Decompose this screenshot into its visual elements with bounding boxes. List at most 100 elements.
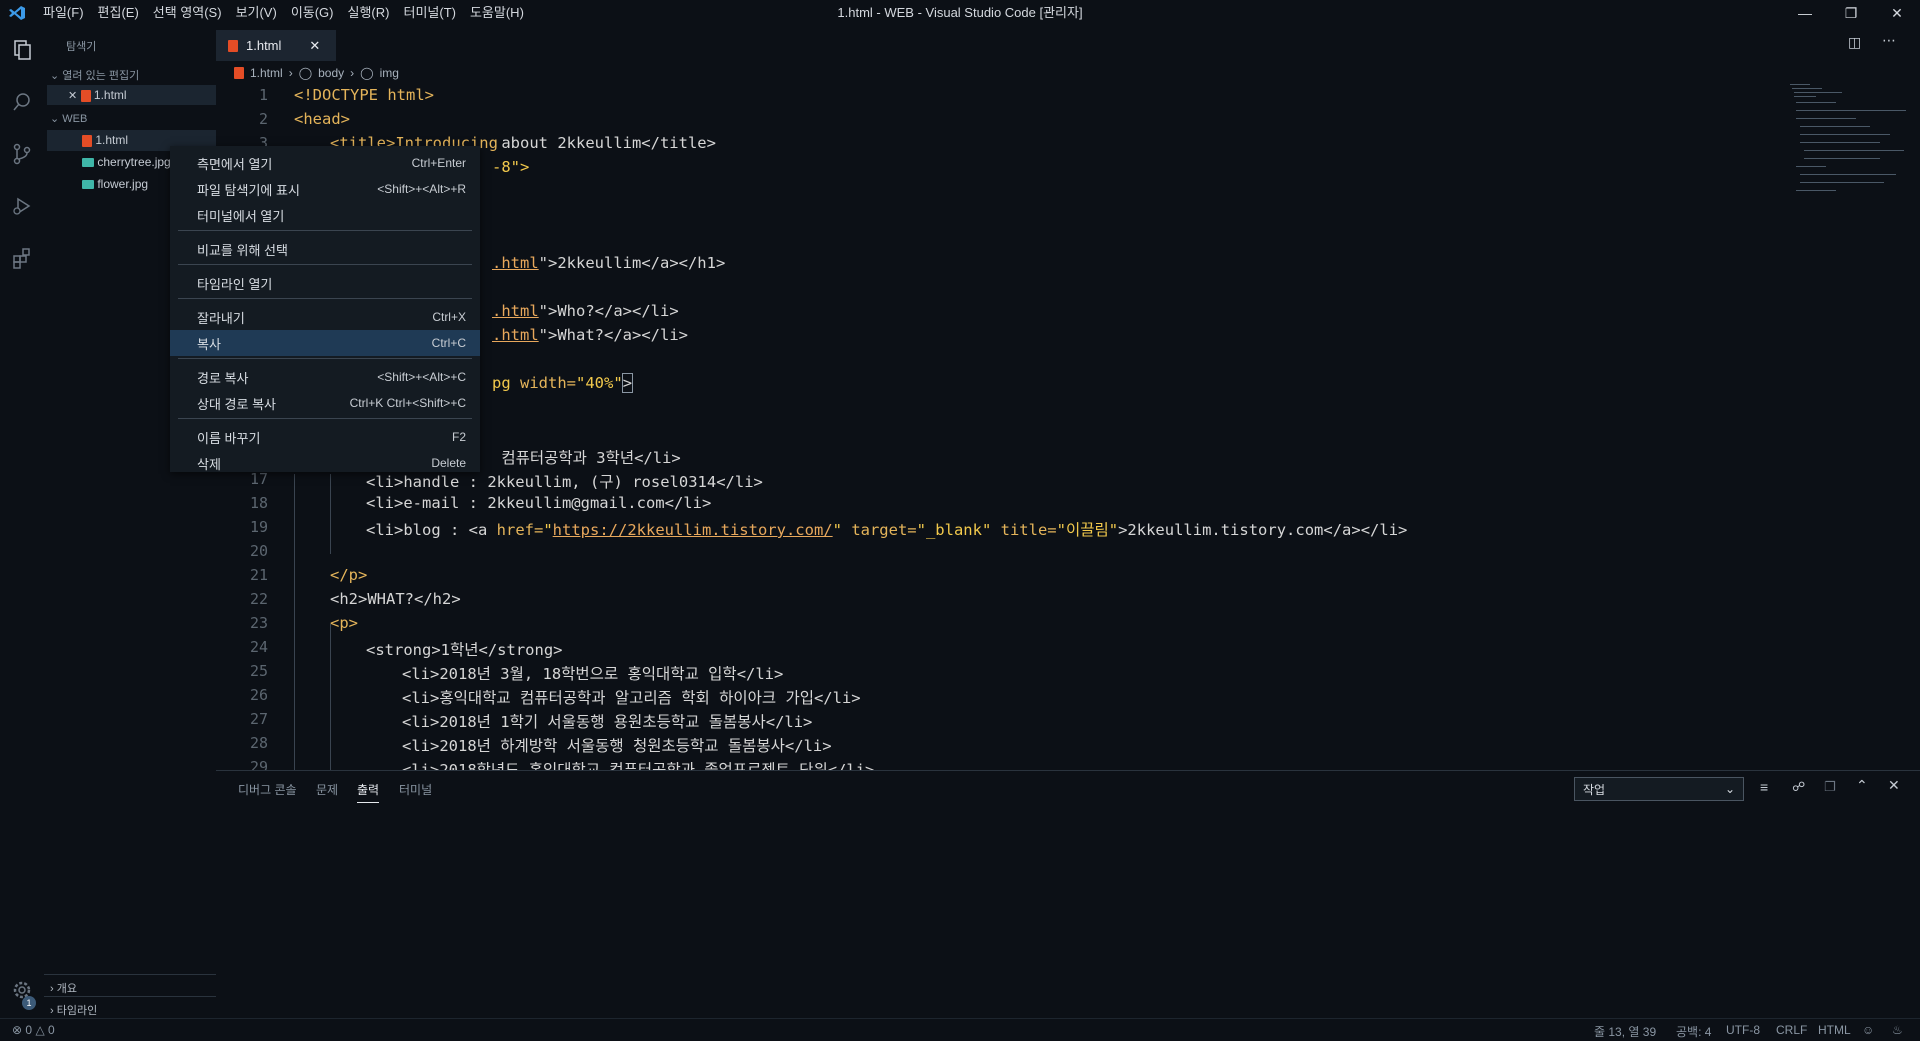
chevron-right-icon: › bbox=[50, 983, 54, 995]
tab-terminal[interactable]: 터미널 bbox=[399, 781, 432, 798]
source-control-tab[interactable] bbox=[0, 130, 44, 178]
activity-bar: 1 bbox=[0, 26, 44, 1018]
warning-icon: △ bbox=[35, 1023, 45, 1037]
minimize-button[interactable]: — bbox=[1782, 0, 1828, 26]
menu-help[interactable]: 도움말(H) bbox=[463, 0, 531, 26]
menu-item-open-in-terminal[interactable]: 터미널에서 열기 bbox=[170, 202, 480, 228]
code-line: <head> bbox=[294, 110, 350, 128]
error-icon: ⊗ bbox=[12, 1023, 23, 1037]
menu-item-rename[interactable]: 이름 바꾸기 F2 bbox=[170, 424, 480, 450]
menu-item-open-to-side[interactable]: 측면에서 열기 Ctrl+Enter bbox=[170, 150, 480, 176]
menu-separator bbox=[178, 264, 472, 265]
menu-file[interactable]: 파일(F) bbox=[36, 0, 91, 26]
clear-output-icon[interactable]: ≡ bbox=[1760, 779, 1768, 795]
tab-1-html[interactable]: 1.html ✕ bbox=[216, 30, 336, 61]
menu-item-copy[interactable]: 복사 Ctrl+C bbox=[170, 330, 480, 356]
timeline-section[interactable]: › 타임라인 bbox=[50, 1002, 97, 1018]
code-line: 컴퓨터공학과 3학년</li> bbox=[492, 449, 681, 467]
code-line: pg width="40%"> bbox=[492, 373, 634, 393]
chevron-up-icon[interactable]: ⌃ bbox=[1856, 777, 1868, 794]
source-control-icon bbox=[13, 143, 31, 165]
close-icon: ✕ bbox=[1891, 4, 1903, 21]
title-bar: 파일(F) 편집(E) 선택 영역(S) 보기(V) 이동(G) 실행(R) 터… bbox=[0, 0, 1920, 26]
menu-edit[interactable]: 편집(E) bbox=[91, 0, 146, 26]
minimap[interactable] bbox=[1790, 84, 1908, 204]
tab-problems[interactable]: 문제 bbox=[316, 781, 338, 798]
close-panel-icon[interactable]: ✕ bbox=[1888, 777, 1900, 794]
line-ending[interactable]: CRLF bbox=[1776, 1023, 1807, 1037]
line-number: 18 bbox=[249, 494, 268, 512]
cursor-position[interactable]: 줄 13, 열 39 bbox=[1594, 1023, 1656, 1040]
explorer-title: 탐색기 bbox=[66, 41, 97, 53]
menu-item-delete[interactable]: 삭제 Delete bbox=[170, 450, 480, 476]
indentation[interactable]: 공백: 4 bbox=[1676, 1023, 1711, 1040]
folder-web-header[interactable]: ⌄ WEB bbox=[50, 112, 87, 125]
menu-item-cut[interactable]: 잘라내기 Ctrl+X bbox=[170, 304, 480, 330]
menu-item-copy-path[interactable]: 경로 복사 <Shift>+<Alt>+C bbox=[170, 364, 480, 390]
image-file-icon bbox=[82, 158, 94, 168]
tab-output[interactable]: 출력 bbox=[357, 781, 380, 803]
line-number: 23 bbox=[249, 614, 268, 632]
menu-run[interactable]: 실행(R) bbox=[341, 0, 397, 26]
close-tab-icon[interactable]: ✕ bbox=[309, 38, 320, 54]
menu-item-open-timeline[interactable]: 타임라인 열기 bbox=[170, 270, 480, 296]
menu-go[interactable]: 이동(G) bbox=[284, 0, 341, 26]
notifications-icon[interactable]: ♨ bbox=[1892, 1023, 1903, 1037]
minimize-icon: — bbox=[1798, 5, 1812, 21]
menu-terminal[interactable]: 터미널(T) bbox=[396, 0, 462, 26]
close-window-button[interactable]: ✕ bbox=[1874, 0, 1920, 26]
more-actions-icon[interactable]: ⋯ bbox=[1882, 32, 1896, 49]
html-file-icon bbox=[82, 134, 92, 147]
code-line: <strong>1학년</strong> bbox=[366, 641, 563, 659]
code-line: <li>2018년 1학기 서울동행 용원초등학교 돌봄봉사</li> bbox=[402, 713, 813, 731]
search-tab[interactable] bbox=[0, 78, 44, 126]
menu-bar: 파일(F) 편집(E) 선택 영역(S) 보기(V) 이동(G) 실행(R) 터… bbox=[36, 0, 531, 26]
html-file-icon bbox=[80, 89, 91, 102]
code-line: <p> bbox=[330, 614, 358, 632]
feedback-icon[interactable]: ☺ bbox=[1862, 1023, 1874, 1037]
indent-guide bbox=[330, 624, 331, 770]
chevron-right-icon: › bbox=[50, 1005, 54, 1017]
line-number: 21 bbox=[249, 566, 268, 584]
file-item[interactable]: cherrytree.jpg bbox=[82, 155, 170, 169]
outline-section[interactable]: › 개요 bbox=[50, 980, 77, 996]
code-line: <h2>WHAT?</h2> bbox=[330, 590, 461, 608]
menu-selection[interactable]: 선택 영역(S) bbox=[146, 0, 229, 26]
file-item[interactable]: 1.html bbox=[82, 133, 128, 147]
code-line: </p> bbox=[330, 566, 368, 584]
run-debug-tab[interactable] bbox=[0, 182, 44, 230]
lock-icon[interactable]: ☍ bbox=[1792, 779, 1805, 795]
menu-item-copy-relative-path[interactable]: 상대 경로 복사 Ctrl+K Ctrl+<Shift>+C bbox=[170, 390, 480, 416]
encoding[interactable]: UTF-8 bbox=[1726, 1023, 1760, 1037]
code-line: about 2kkeullim</title> bbox=[492, 134, 716, 152]
bottom-panel: 디버그 콘솔 문제 출력 터미널 ≡ ☍ ❐ ⌃ ✕ bbox=[216, 770, 1920, 1018]
tab-debug-console[interactable]: 디버그 콘솔 bbox=[238, 781, 297, 798]
menu-item-reveal-in-explorer[interactable]: 파일 탐색기에 표시 <Shift>+<Alt>+R bbox=[170, 176, 480, 202]
restore-button[interactable]: ❐ bbox=[1828, 0, 1874, 26]
editor-tabs: 1.html ✕ ◫ ⋯ bbox=[216, 26, 1920, 61]
output-channel-select[interactable]: 작업 ⌄ bbox=[1574, 777, 1744, 801]
status-bar: ⊗ 0 △ 0 줄 13, 열 39 공백: 4 UTF-8 CRLF HTML… bbox=[0, 1018, 1920, 1041]
language-mode[interactable]: HTML bbox=[1818, 1023, 1851, 1037]
split-editor-icon[interactable]: ◫ bbox=[1848, 34, 1861, 51]
image-file-icon bbox=[82, 180, 94, 190]
menu-item-select-for-compare[interactable]: 비교를 위해 선택 bbox=[170, 236, 480, 262]
code-line: <!DOCTYPE html> bbox=[294, 86, 434, 104]
manage-tab[interactable]: 1 bbox=[0, 966, 44, 1014]
open-editors-header[interactable]: ⌄ 열려 있는 편집기 bbox=[50, 67, 139, 83]
breadcrumb-body[interactable]: body bbox=[318, 66, 344, 80]
divider bbox=[44, 996, 216, 997]
open-log-icon[interactable]: ❐ bbox=[1824, 779, 1836, 795]
code-line: <li>2018년 3월, 18학번으로 홍익대학교 입학</li> bbox=[402, 665, 784, 683]
problems-indicator[interactable]: ⊗ 0 △ 0 bbox=[12, 1023, 55, 1037]
html-file-icon bbox=[228, 39, 238, 52]
close-icon[interactable]: ✕ bbox=[68, 90, 77, 102]
run-debug-icon bbox=[13, 197, 31, 215]
chevron-down-icon: ⌄ bbox=[50, 113, 60, 125]
menu-view[interactable]: 보기(V) bbox=[229, 0, 284, 26]
breadcrumb-img[interactable]: img bbox=[380, 66, 399, 80]
breadcrumb-file[interactable]: 1.html bbox=[250, 66, 283, 80]
file-item[interactable]: flower.jpg bbox=[82, 177, 148, 191]
explorer-tab[interactable] bbox=[0, 26, 44, 74]
extensions-tab[interactable] bbox=[0, 234, 44, 282]
